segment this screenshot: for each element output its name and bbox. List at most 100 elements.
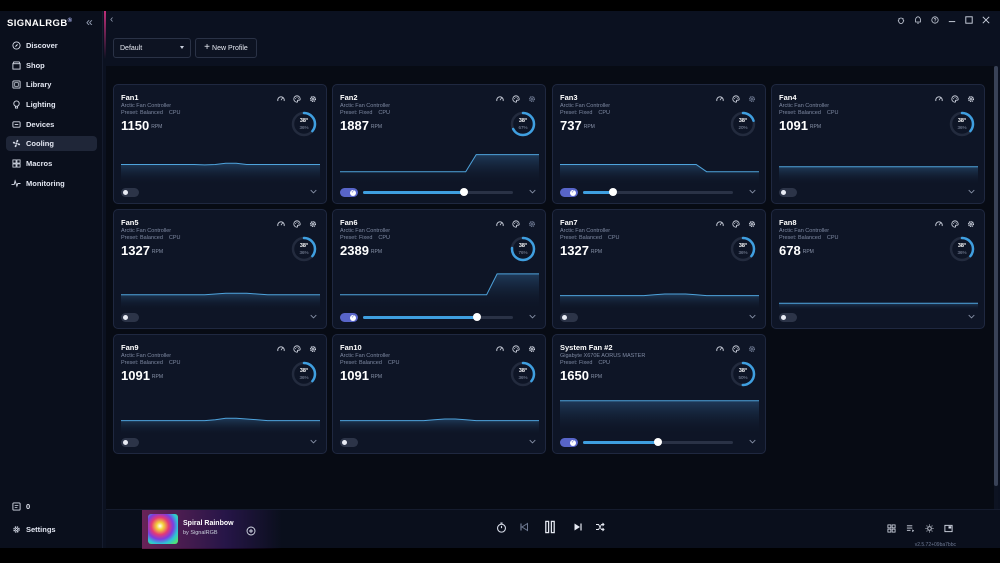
gear-icon[interactable] bbox=[747, 95, 757, 103]
gear-icon[interactable] bbox=[747, 345, 757, 353]
fan-name[interactable]: Fan9 bbox=[121, 343, 139, 352]
fan-name[interactable]: System Fan #2 bbox=[560, 343, 613, 352]
slider-handle[interactable] bbox=[473, 313, 481, 321]
palette-icon[interactable] bbox=[292, 345, 302, 353]
manual-control-toggle[interactable]: ✓ bbox=[340, 188, 358, 197]
manual-control-toggle[interactable]: ✓ bbox=[340, 313, 358, 322]
slider-handle[interactable] bbox=[459, 188, 468, 196]
fan-name[interactable]: Fan3 bbox=[560, 93, 578, 102]
brightness-button[interactable] bbox=[920, 524, 939, 533]
expand-card-button[interactable] bbox=[529, 189, 536, 196]
palette-icon[interactable] bbox=[950, 220, 960, 228]
palette-icon[interactable] bbox=[292, 95, 302, 103]
gear-icon[interactable] bbox=[308, 345, 318, 353]
manual-control-toggle[interactable] bbox=[121, 188, 139, 197]
manual-control-toggle[interactable] bbox=[121, 438, 139, 447]
previous-button[interactable] bbox=[519, 522, 529, 532]
shuffle-button[interactable] bbox=[595, 522, 605, 532]
speedometer-icon[interactable] bbox=[934, 95, 944, 103]
gear-icon[interactable] bbox=[527, 345, 537, 353]
back-button[interactable]: ‹ bbox=[110, 14, 113, 25]
gear-icon[interactable] bbox=[308, 220, 318, 228]
expand-card-button[interactable] bbox=[529, 314, 536, 321]
expand-card-button[interactable] bbox=[968, 314, 975, 321]
expand-card-button[interactable] bbox=[310, 314, 317, 321]
palette-icon[interactable] bbox=[511, 345, 521, 353]
gear-icon[interactable] bbox=[966, 220, 976, 228]
fan-speed-slider[interactable] bbox=[363, 188, 513, 196]
expand-card-button[interactable] bbox=[310, 439, 317, 446]
bug-icon[interactable] bbox=[892, 16, 909, 24]
bell-icon[interactable] bbox=[909, 16, 926, 24]
speedometer-icon[interactable] bbox=[495, 95, 505, 103]
speedometer-icon[interactable] bbox=[495, 220, 505, 228]
expand-card-button[interactable] bbox=[529, 439, 536, 446]
minimize-icon[interactable] bbox=[943, 16, 960, 24]
fan-name[interactable]: Fan7 bbox=[560, 218, 578, 227]
queue-button[interactable] bbox=[901, 524, 920, 533]
help-icon[interactable] bbox=[926, 16, 943, 24]
sidebar-item-devices[interactable]: Devices bbox=[6, 117, 97, 132]
fan-card[interactable]: Fan3 Arctic Fan Controller Preset: Fixed CP… bbox=[552, 84, 766, 204]
speedometer-icon[interactable] bbox=[934, 220, 944, 228]
sidebar-item-cooling[interactable]: Cooling bbox=[6, 136, 97, 151]
fan-name[interactable]: Fan1 bbox=[121, 93, 139, 102]
gear-icon[interactable] bbox=[527, 220, 537, 228]
profile-select[interactable]: Default bbox=[113, 38, 191, 58]
speedometer-icon[interactable] bbox=[276, 95, 286, 103]
effect-title[interactable]: Spiral Rainbow bbox=[183, 520, 234, 527]
fan-card[interactable]: Fan5 Arctic Fan Controller Preset: Balance… bbox=[113, 209, 327, 329]
palette-icon[interactable] bbox=[731, 220, 741, 228]
new-profile-button[interactable]: + New Profile bbox=[195, 38, 257, 58]
speedometer-icon[interactable] bbox=[715, 345, 725, 353]
sidebar-item-shop[interactable]: Shop bbox=[6, 58, 97, 73]
palette-icon[interactable] bbox=[292, 220, 302, 228]
manual-control-toggle[interactable] bbox=[779, 188, 797, 197]
mini-player-button[interactable] bbox=[939, 524, 958, 533]
sidebar-item-lighting[interactable]: Lighting bbox=[6, 97, 97, 112]
gear-icon[interactable] bbox=[527, 95, 537, 103]
close-icon[interactable] bbox=[977, 16, 994, 24]
palette-icon[interactable] bbox=[511, 95, 521, 103]
collapse-sidebar-button[interactable]: « bbox=[86, 15, 93, 29]
expand-card-button[interactable] bbox=[749, 189, 756, 196]
gear-icon[interactable] bbox=[747, 220, 757, 228]
effect-thumbnail[interactable] bbox=[148, 514, 178, 544]
sidebar-item-monitoring[interactable]: Monitoring bbox=[6, 176, 97, 191]
fan-card[interactable]: Fan6 Arctic Fan Controller Preset: Fixed CP… bbox=[332, 209, 546, 329]
sidebar-item-discover[interactable]: Discover bbox=[6, 38, 97, 53]
palette-icon[interactable] bbox=[731, 95, 741, 103]
fan-name[interactable]: Fan5 bbox=[121, 218, 139, 227]
content-scrollbar[interactable] bbox=[994, 66, 998, 509]
fan-name[interactable]: Fan2 bbox=[340, 93, 358, 102]
speedometer-icon[interactable] bbox=[276, 220, 286, 228]
timer-button[interactable] bbox=[496, 522, 507, 533]
fan-card[interactable]: Fan1 Arctic Fan Controller Preset: Balance… bbox=[113, 84, 327, 204]
next-button[interactable] bbox=[573, 522, 583, 532]
fan-card[interactable]: Fan8 Arctic Fan Controller Preset: Balance… bbox=[771, 209, 985, 329]
sidebar-item-macros[interactable]: Macros bbox=[6, 156, 97, 171]
fan-name[interactable]: Fan4 bbox=[779, 93, 797, 102]
fan-card[interactable]: Fan7 Arctic Fan Controller Preset: Balance… bbox=[552, 209, 766, 329]
fan-name[interactable]: Fan10 bbox=[340, 343, 362, 352]
fan-card[interactable]: Fan10 Arctic Fan Controller Preset: Balanc… bbox=[332, 334, 546, 454]
speedometer-icon[interactable] bbox=[715, 95, 725, 103]
manual-control-toggle[interactable] bbox=[779, 313, 797, 322]
slider-handle[interactable] bbox=[609, 188, 617, 196]
fan-speed-slider[interactable] bbox=[583, 438, 733, 446]
fan-card[interactable]: Fan9 Arctic Fan Controller Preset: Balance… bbox=[113, 334, 327, 454]
fan-speed-slider[interactable] bbox=[583, 188, 733, 196]
manual-control-toggle[interactable] bbox=[560, 313, 578, 322]
expand-card-button[interactable] bbox=[310, 189, 317, 196]
scrollbar-thumb[interactable] bbox=[994, 66, 998, 486]
fan-name[interactable]: Fan8 bbox=[779, 218, 797, 227]
fan-card[interactable]: System Fan #2 Gigabyte X670E AORUS MASTER… bbox=[552, 334, 766, 454]
sidebar-item-library[interactable]: Library bbox=[6, 77, 97, 92]
gear-icon[interactable] bbox=[308, 95, 318, 103]
gear-icon[interactable] bbox=[966, 95, 976, 103]
speedometer-icon[interactable] bbox=[715, 220, 725, 228]
fan-card[interactable]: Fan2 Arctic Fan Controller Preset: Fixed CP… bbox=[332, 84, 546, 204]
pause-button[interactable] bbox=[543, 520, 557, 534]
speedometer-icon[interactable] bbox=[276, 345, 286, 353]
fan-speed-slider[interactable] bbox=[363, 313, 513, 321]
